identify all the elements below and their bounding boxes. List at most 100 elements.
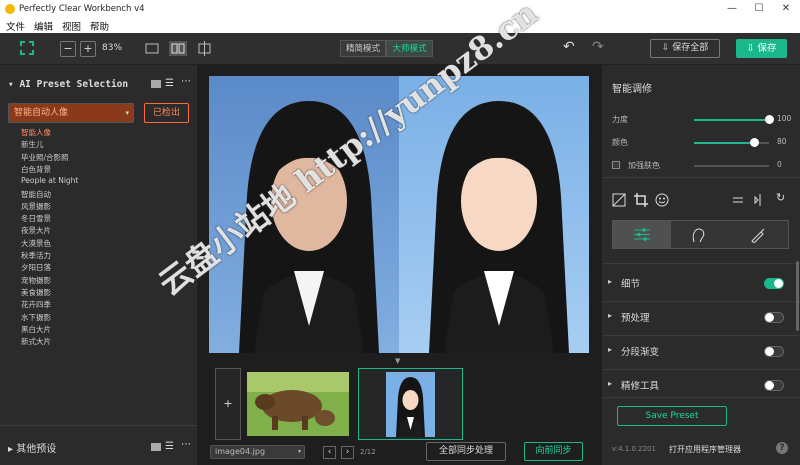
prev-image-button[interactable]: ‹ — [323, 446, 336, 459]
section-label: 细节 — [621, 279, 641, 290]
mirror-icon[interactable] — [754, 194, 766, 206]
single-view-icon[interactable] — [145, 43, 159, 54]
preset-item[interactable]: 美食摄影 — [21, 287, 51, 298]
preset-item[interactable]: 花卉四季 — [21, 299, 51, 310]
crop-frame-icon[interactable] — [20, 41, 34, 55]
preset-item[interactable]: 夜景大片 — [21, 225, 51, 236]
preset-select[interactable]: 智能自动人像 ▾ — [8, 103, 134, 123]
thumbnail-portrait — [386, 372, 435, 437]
preset-item[interactable]: 秋季活力 — [21, 250, 51, 261]
preset-item[interactable]: 智能自动 — [21, 189, 51, 200]
chevron-down-icon: ▾ — [125, 109, 129, 117]
filename-select[interactable]: image04.jpg ▾ — [210, 445, 305, 459]
slider-fill — [694, 119, 769, 121]
toolbar: − + 83% 精简模式 大师模式 ↶ ↷ ⇩ 保存全部 ⇩ 保存 — [0, 33, 800, 65]
menu-edit[interactable]: 编辑 — [34, 19, 53, 33]
slider-value: 100 — [777, 114, 792, 123]
preset-item[interactable]: 黑白大片 — [21, 324, 51, 335]
thumbnail-bear[interactable] — [247, 372, 349, 436]
zoom-out-button[interactable]: − — [60, 41, 76, 57]
caret-right-icon: ▸ — [608, 311, 613, 320]
enhance-skin-checkbox[interactable] — [612, 161, 620, 169]
section-toggle[interactable] — [764, 346, 784, 357]
slider-value: 0 — [777, 160, 782, 169]
maximize-button[interactable]: ☐ — [752, 2, 766, 16]
reset-icon[interactable]: ↻ — [776, 191, 785, 204]
caret-right-icon: ▸ — [608, 345, 613, 354]
list-view-icon[interactable]: ☰ — [165, 78, 174, 89]
preset-item[interactable]: 宠物摄影 — [21, 275, 51, 286]
slider-label: 力度 — [612, 115, 628, 124]
ai-preset-header[interactable]: ▾ AI Preset Selection — [8, 79, 128, 90]
save-button[interactable]: ⇩ 保存 — [736, 39, 787, 58]
slider-value: 80 — [777, 137, 787, 146]
more-icon[interactable]: ⋯ — [181, 76, 191, 87]
preset-item[interactable]: 智能人像 — [21, 127, 51, 138]
menu-help[interactable]: 帮助 — [90, 19, 109, 33]
section-toggle[interactable] — [764, 278, 784, 289]
title-bar: Perfectly Clear Workbench v4 — ☐ ✕ — [0, 0, 800, 18]
save-all-button[interactable]: ⇩ 保存全部 — [650, 39, 720, 58]
split-view-icon[interactable] — [169, 41, 187, 56]
slider-knob[interactable] — [764, 115, 774, 124]
preset-item[interactable]: 新式大片 — [21, 336, 51, 347]
add-image-button[interactable]: + — [215, 368, 241, 440]
smart-adjust-header: 智能调修 — [612, 84, 652, 95]
download-icon: ⇩ — [746, 43, 758, 54]
slider-knob[interactable] — [749, 138, 759, 147]
section-toggle[interactable] — [764, 380, 784, 391]
filmstrip-arrow-icon[interactable]: ▼ — [395, 357, 400, 365]
close-button[interactable]: ✕ — [779, 2, 793, 16]
rotate-flip-icon[interactable] — [732, 194, 744, 206]
grid-view-icon[interactable] — [151, 443, 161, 451]
preset-item[interactable]: 毕业照/合影照 — [21, 152, 69, 163]
detected-button[interactable]: 已检出 — [144, 103, 189, 123]
curves-icon[interactable] — [612, 193, 626, 207]
toggle-knob — [765, 347, 774, 356]
minimize-button[interactable]: — — [725, 2, 739, 16]
face-icon[interactable] — [655, 193, 669, 207]
chevron-down-icon: ▾ — [297, 448, 301, 455]
preset-item[interactable]: 冬日雪景 — [21, 213, 51, 224]
scrollbar-thumb[interactable] — [796, 261, 799, 331]
crop-icon[interactable] — [634, 193, 648, 207]
preset-item[interactable]: 夕阳日落 — [21, 262, 51, 273]
menu-file[interactable]: 文件 — [6, 19, 25, 33]
sync-forward-button[interactable]: 向前同步 — [524, 442, 583, 461]
preset-item[interactable]: 风景摄影 — [21, 201, 51, 212]
portrait-retouch-icon[interactable] — [690, 227, 706, 243]
thumbnail-selected[interactable] — [358, 368, 463, 440]
preset-select-value: 智能自动人像 — [14, 108, 69, 118]
next-image-button[interactable]: › — [341, 446, 354, 459]
tab-adjust[interactable] — [613, 221, 671, 248]
preset-item[interactable]: 新生儿 — [21, 139, 44, 150]
slider-track[interactable] — [694, 165, 769, 167]
master-mode-tab[interactable]: 大师模式 — [386, 40, 433, 57]
list-view-icon[interactable]: ☰ — [165, 441, 174, 452]
toggle-knob — [765, 313, 774, 322]
other-presets-header[interactable]: ▸ 其他预设 — [8, 440, 56, 455]
help-icon[interactable]: ? — [776, 442, 788, 454]
zoom-in-button[interactable]: + — [80, 41, 96, 57]
compare-view-icon[interactable] — [197, 41, 212, 56]
section-toggle[interactable] — [764, 312, 784, 323]
preset-item[interactable]: 大漠景色 — [21, 238, 51, 249]
preset-item[interactable]: 白色背景 — [21, 164, 51, 175]
preset-item[interactable]: 水下摄影 — [21, 312, 51, 323]
brush-icon[interactable] — [750, 227, 766, 243]
simple-mode-tab[interactable]: 精简模式 — [340, 40, 386, 57]
menu-view[interactable]: 视图 — [62, 19, 81, 33]
section-row[interactable]: ▸ 分段渐变 — [608, 344, 790, 360]
redo-icon[interactable]: ↷ — [592, 39, 604, 55]
grid-view-icon[interactable] — [151, 80, 161, 88]
right-panel: 智能调修 力度 100 颜色 80 加强肤色 0 ↻ ▸ 细节 ▸ 预处理 ▸ 分段渐变 ▸ 精修工具 … — [602, 65, 800, 465]
preset-item[interactable]: People at Night — [21, 176, 78, 185]
section-row[interactable]: ▸ 精修工具 — [608, 378, 790, 394]
sync-all-button[interactable]: 全部同步处理 — [426, 442, 506, 461]
more-icon[interactable]: ⋯ — [181, 439, 191, 450]
undo-icon[interactable]: ↶ — [563, 39, 575, 55]
section-row[interactable]: ▸ 预处理 — [608, 310, 790, 326]
save-preset-button[interactable]: Save Preset — [617, 406, 727, 426]
open-app-manager-link[interactable]: 打开应用程序管理器 — [669, 444, 741, 455]
section-row[interactable]: ▸ 细节 — [608, 276, 790, 292]
